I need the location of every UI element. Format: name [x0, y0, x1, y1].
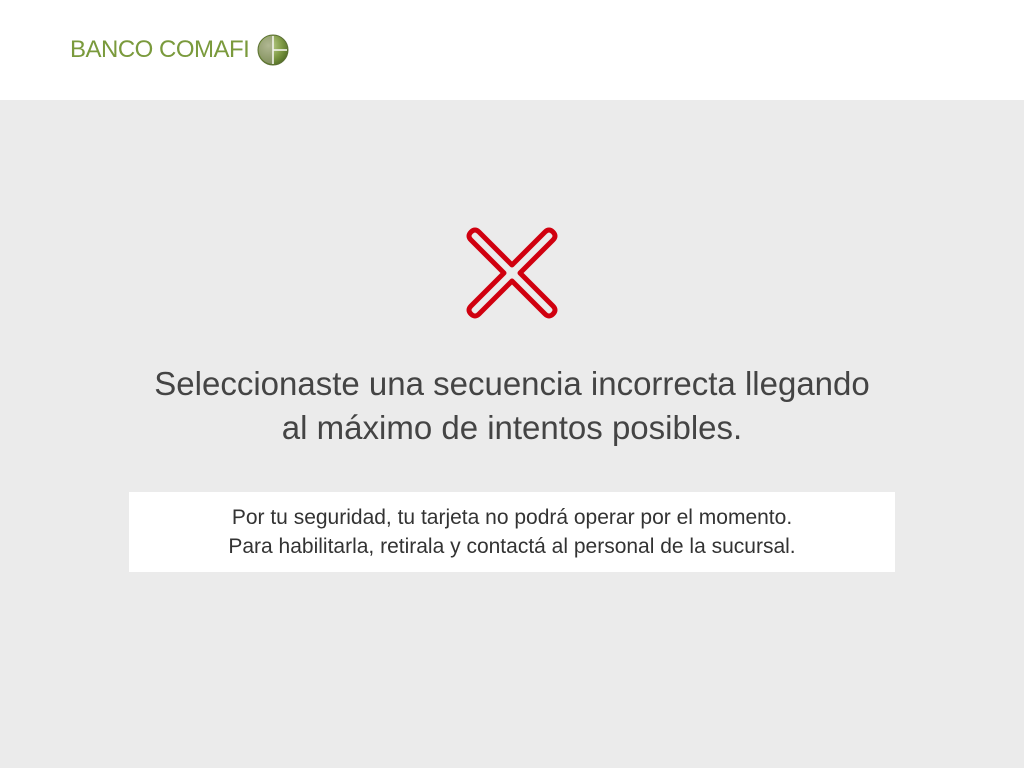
bank-logo: BANCO COMAFI	[70, 32, 289, 68]
bank-logo-text: BANCO COMAFI	[70, 36, 250, 63]
info-message-box: Por tu seguridad, tu tarjeta no podrá op…	[129, 492, 895, 572]
error-title-line-1: Seleccionaste una secuencia incorrecta l…	[154, 365, 870, 402]
info-message-line-1: Por tu seguridad, tu tarjeta no podrá op…	[231, 506, 793, 529]
info-message-line-2: Para habilitarla, retirala y contactá al…	[228, 535, 796, 558]
comafi-globe-icon	[257, 34, 289, 66]
error-x-icon	[466, 227, 558, 319]
main-content: Seleccionaste una secuencia incorrecta l…	[0, 100, 1024, 768]
error-title-line-2: al máximo de intentos posibles.	[281, 409, 743, 446]
header-bar: BANCO COMAFI	[0, 0, 1024, 100]
error-title: Seleccionaste una secuencia incorrecta l…	[100, 362, 924, 450]
